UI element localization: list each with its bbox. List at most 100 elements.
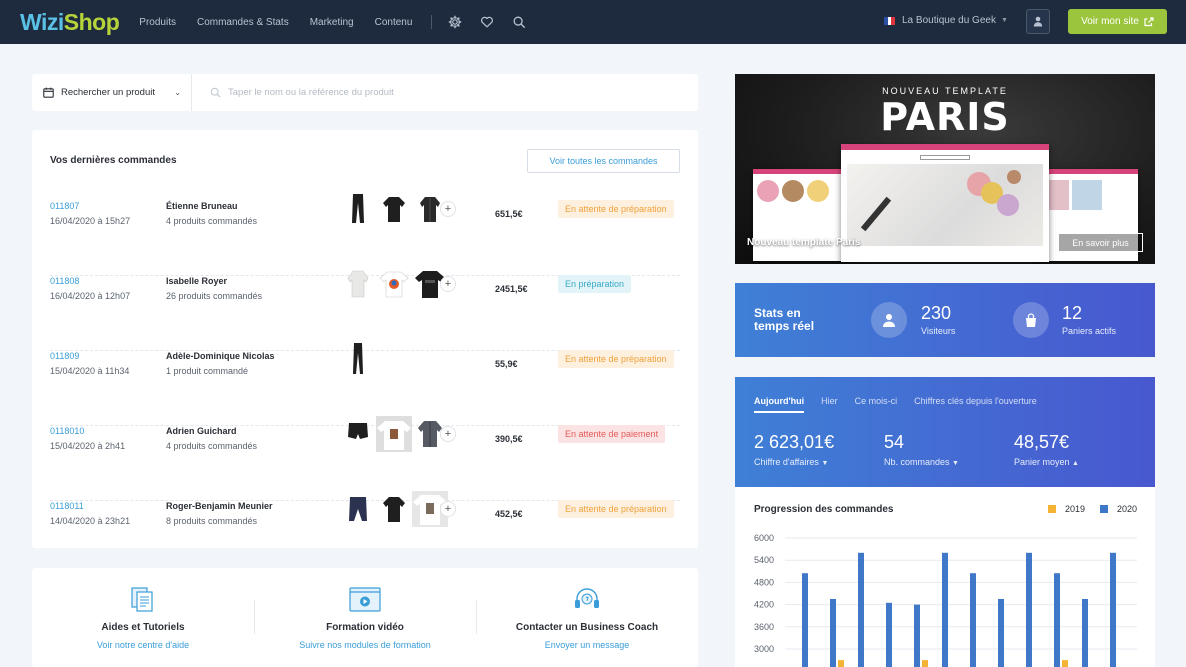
bar-2020[interactable]: [1054, 573, 1060, 667]
help-link[interactable]: Envoyer un message: [545, 640, 630, 650]
orders-title: Vos dernières commandes: [50, 155, 177, 166]
learn-more-button[interactable]: En savoir plus: [1058, 233, 1143, 252]
search-icon[interactable]: [512, 15, 526, 29]
tab-today[interactable]: Aujourd'hui: [754, 396, 805, 413]
search-input[interactable]: [228, 87, 588, 98]
product-thumbnail[interactable]: [340, 266, 376, 302]
bar-2020[interactable]: [886, 602, 892, 667]
logo-text-shop: Shop: [63, 9, 120, 35]
status-badge: En préparation: [558, 275, 632, 293]
average-basket-label[interactable]: Panier moyen ▲: [1014, 457, 1079, 467]
shop-selector[interactable]: La Boutique du Geek ▼: [884, 15, 1008, 26]
gear-icon[interactable]: [448, 15, 462, 29]
bar-2020[interactable]: [802, 573, 808, 667]
customer-name: Adèle-Dominique Nicolas: [166, 351, 275, 361]
product-thumbnail[interactable]: [340, 416, 376, 452]
order-id[interactable]: 0118011: [50, 501, 84, 511]
product-thumbnail[interactable]: [376, 491, 412, 527]
video-player-icon: [349, 586, 381, 614]
more-products-plus-icon[interactable]: +: [440, 501, 456, 517]
tab-this-month[interactable]: Ce mois-ci: [855, 396, 898, 413]
help-link[interactable]: Suivre nos modules de formation: [299, 640, 431, 650]
product-thumbnails: +: [340, 489, 456, 529]
live-stats-title: Stats en temps réel: [754, 306, 815, 333]
view-all-orders-button[interactable]: Voir toutes les commandes: [527, 149, 680, 173]
help-resources-card: Aides et Tutoriels Voir notre centre d'a…: [32, 568, 698, 667]
bar-2020[interactable]: [1110, 552, 1116, 667]
revenue-label[interactable]: Chiffre d'affaires ▼: [754, 457, 828, 467]
shop-name: La Boutique du Geek: [902, 15, 996, 26]
view-site-button[interactable]: Voir mon site: [1068, 9, 1167, 34]
preview-nav: [841, 150, 1049, 164]
status-badge: En attente de préparation: [558, 200, 674, 218]
france-flag-icon: [884, 16, 896, 25]
y-tick-label: 3000: [754, 644, 774, 654]
main-nav: Produits Commandes & Stats Marketing Con…: [139, 17, 433, 28]
y-tick-label: 3600: [754, 622, 774, 632]
more-products-plus-icon[interactable]: +: [440, 276, 456, 292]
nav-item-produits[interactable]: Produits: [139, 17, 176, 28]
more-products-plus-icon[interactable]: +: [440, 201, 456, 217]
product-thumbnail[interactable]: [376, 266, 412, 302]
nav-item-commandes[interactable]: Commandes & Stats: [197, 17, 289, 28]
search-type-dropdown[interactable]: Rechercher un produit ⌄: [32, 74, 192, 111]
help-item-video[interactable]: Formation vidéo Suivre nos modules de fo…: [254, 568, 476, 667]
product-thumbnail[interactable]: [340, 491, 376, 527]
bar-2020[interactable]: [914, 604, 920, 667]
product-thumbnail[interactable]: [376, 191, 412, 227]
help-item-coach[interactable]: Contacter un Business Coach Envoyer un m…: [476, 568, 698, 667]
bar-2020[interactable]: [998, 599, 1004, 667]
caret-down-icon: ▼: [952, 460, 959, 467]
bar-2020[interactable]: [830, 599, 836, 667]
order-date: 16/04/2020 à 15h27: [50, 216, 131, 226]
headset-icon: [573, 586, 601, 614]
bar-2020[interactable]: [970, 573, 976, 667]
external-link-icon: [1144, 16, 1154, 26]
recent-orders-card: Vos dernières commandes Voir toutes les …: [32, 130, 698, 548]
chevron-down-icon: ▼: [1000, 17, 1008, 24]
product-thumbnail[interactable]: [340, 191, 376, 227]
help-item-tutorials[interactable]: Aides et Tutoriels Voir notre centre d'a…: [32, 568, 254, 667]
order-amount: 651,5€: [495, 209, 523, 219]
product-count: 4 produits commandés: [166, 441, 258, 451]
caret-down-icon: ▼: [821, 460, 829, 467]
bar-2019[interactable]: [922, 660, 928, 667]
documents-icon: [131, 586, 155, 614]
nav-item-contenu[interactable]: Contenu: [375, 17, 413, 28]
template-banner[interactable]: NOUVEAU TEMPLATE PARIS Nouveau template …: [735, 74, 1155, 264]
visitors-value: 230: [921, 303, 952, 323]
bar-2020[interactable]: [1026, 552, 1032, 667]
tab-yesterday[interactable]: Hier: [821, 396, 838, 413]
order-id[interactable]: 011807: [50, 201, 79, 211]
bar-2020[interactable]: [942, 552, 948, 667]
product-thumbnail[interactable]: [376, 416, 412, 452]
status-badge: En attente de préparation: [558, 350, 674, 368]
orders-count-label[interactable]: Nb. commandes ▼: [884, 457, 959, 467]
user-account-button[interactable]: [1026, 9, 1050, 34]
status-badge: En attente de paiement: [558, 425, 666, 443]
product-thumbnail[interactable]: [340, 341, 376, 377]
heart-icon[interactable]: [480, 15, 494, 29]
active-carts-label: Paniers actifs: [1062, 326, 1117, 336]
more-products-plus-icon[interactable]: +: [440, 426, 456, 442]
bar-2020[interactable]: [1082, 599, 1088, 667]
order-id[interactable]: 011808: [50, 276, 79, 286]
preview-hero: [847, 164, 1043, 246]
nav-item-marketing[interactable]: Marketing: [310, 17, 354, 28]
bar-2020[interactable]: [858, 552, 864, 667]
order-id[interactable]: 0118010: [50, 426, 84, 436]
banner-caption: Nouveau template Paris: [747, 237, 861, 248]
order-row[interactable]: 0118011 14/04/2020 à 23h21 Roger-Benjami…: [50, 491, 680, 576]
revenue-label-text: Chiffre d'affaires: [754, 457, 819, 467]
bar-2019[interactable]: [838, 660, 844, 667]
tab-key-figures[interactable]: Chiffres clés depuis l'ouverture: [914, 396, 1037, 413]
help-link[interactable]: Voir notre centre d'aide: [97, 640, 189, 650]
template-preview-center: [841, 144, 1049, 262]
bar-2019[interactable]: [1062, 660, 1068, 667]
wizishop-logo[interactable]: WiziShop: [20, 0, 120, 44]
chevron-down-icon: ⌄: [174, 88, 181, 97]
product-thumbnails: [340, 339, 376, 379]
search-type-label: Rechercher un produit: [61, 87, 155, 98]
order-id[interactable]: 011809: [50, 351, 79, 361]
logo-text-wizi: Wizi: [20, 9, 64, 35]
